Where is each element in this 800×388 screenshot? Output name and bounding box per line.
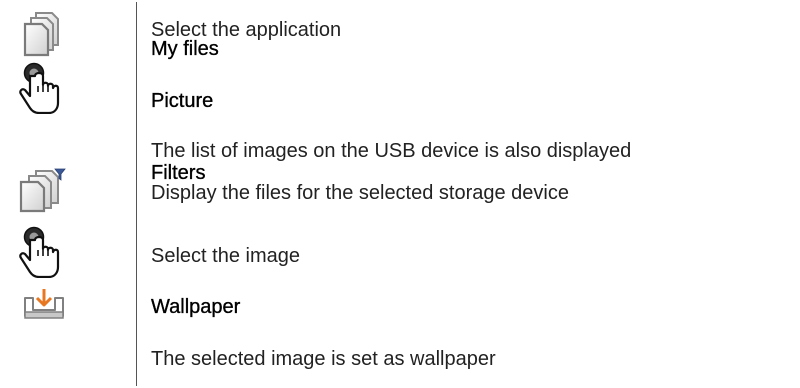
files-filter-icon	[19, 168, 66, 213]
step-label-wallpaper: Wallpaper	[151, 296, 241, 318]
step-label-my-files: My files	[151, 38, 219, 60]
column-divider	[136, 2, 137, 386]
step-text-list-of-images: The list of images on the USB device is …	[151, 140, 632, 162]
step-text-display-files: Display the files for the selected stora…	[151, 182, 569, 204]
tap-hand-icon	[19, 62, 60, 114]
tap-hand-icon	[19, 226, 60, 278]
step-text-set-as-wallpaper: The selected image is set as wallpaper	[151, 348, 496, 370]
tray-download-icon	[24, 289, 64, 319]
step-label-picture: Picture	[151, 90, 214, 112]
step-text-select-image: Select the image	[151, 245, 300, 267]
step-label-filters: Filters	[151, 162, 206, 184]
files-stack-icon	[23, 12, 59, 57]
